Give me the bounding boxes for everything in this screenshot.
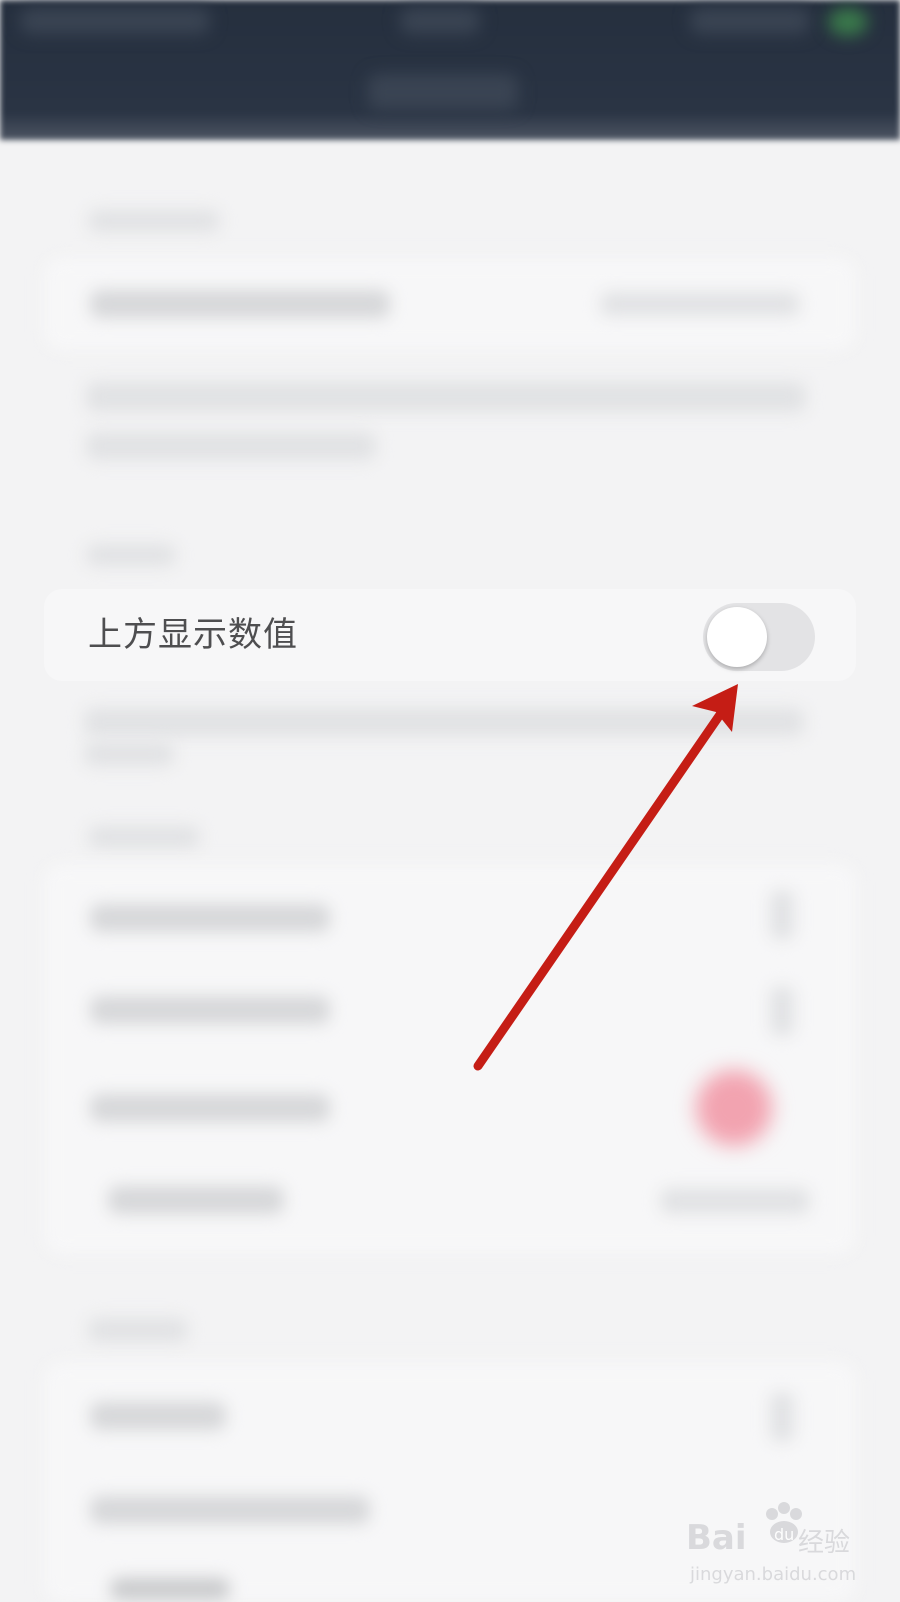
list-row-2-chevron-blurred (770, 986, 794, 1036)
list-row-4-value-blurred (660, 1188, 810, 1214)
section-header-4-blurred (88, 1318, 188, 1342)
status-bar-blurred-time (400, 8, 480, 34)
show-value-above-row[interactable]: 上方显示数值 (44, 589, 856, 681)
list-row-1-blurred (90, 904, 330, 932)
description-line-4-blurred (84, 742, 174, 766)
description-line-3-blurred (84, 708, 804, 736)
annotation-arrow (473, 684, 738, 1071)
section-header-blurred (88, 210, 220, 232)
show-value-above-label: 上方显示数值 (88, 615, 298, 655)
show-value-above-toggle[interactable] (703, 603, 815, 671)
list-row-7-blurred (110, 1578, 230, 1600)
description-line-2-blurred (86, 432, 376, 460)
section-header-3-blurred (88, 826, 200, 848)
list-row-6-blurred (90, 1496, 370, 1524)
battery-icon-blurred (828, 8, 868, 36)
nav-title-blurred (368, 74, 518, 110)
watermark-url: jingyan.baidu.com (690, 1564, 857, 1585)
list-row-4-blurred (108, 1186, 284, 1214)
settings-row-label-blurred (90, 290, 390, 318)
list-row-5-chevron-blurred (770, 1392, 794, 1442)
description-line-1-blurred (86, 382, 806, 412)
color-swatch-blurred (696, 1070, 772, 1146)
status-bar-blurred-text (20, 8, 210, 34)
baidu-jingyan-watermark: Bai du 经验 jingyan.baidu.com (686, 1500, 886, 1590)
toggle-knob (707, 607, 767, 667)
watermark-cn: 经验 (798, 1528, 851, 1558)
list-row-3-blurred (90, 1094, 330, 1122)
watermark-brand-suffix: du (774, 1525, 794, 1544)
status-bar-blurred-icons (690, 8, 810, 34)
list-row-1-chevron-blurred (770, 890, 794, 940)
watermark-brand: Bai (686, 1518, 747, 1558)
section-header-2-blurred (86, 544, 176, 566)
settings-row-value-blurred (600, 292, 800, 316)
list-row-2-blurred (90, 996, 330, 1024)
list-row-5-blurred (90, 1402, 226, 1430)
